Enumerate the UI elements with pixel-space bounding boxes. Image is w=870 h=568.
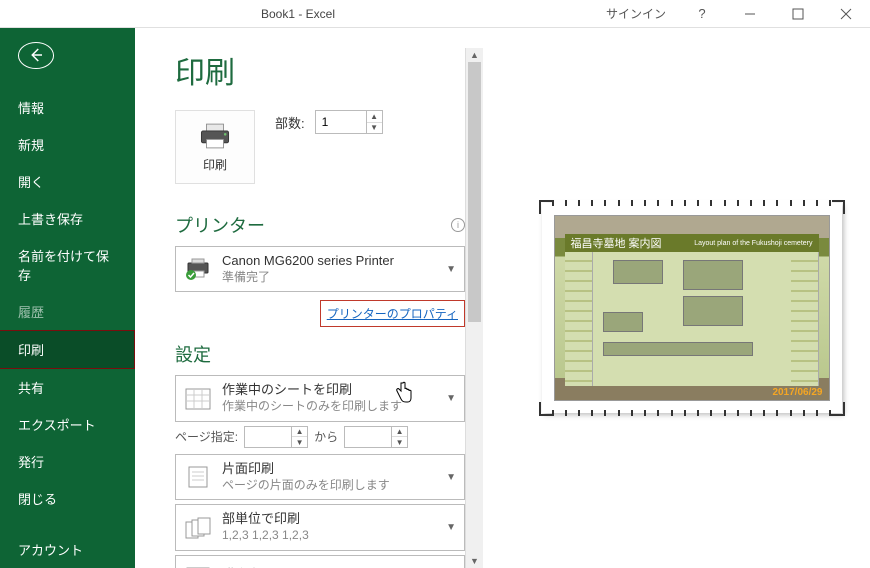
what-print-sub: 作業中のシートのみを印刷します	[222, 399, 436, 415]
page-from-spinner[interactable]: ▲▼	[244, 426, 308, 448]
printer-ready-icon	[184, 255, 212, 283]
landscape-icon	[184, 562, 212, 568]
preview-page: 福昌寺墓地 案内図 Layout plan of the Fukushoji c…	[542, 203, 842, 413]
page-range-row: ページ指定: ▲▼ から ▲▼	[175, 426, 465, 448]
sidebar-item-info[interactable]: 情報	[0, 89, 135, 126]
page-to-label: から	[314, 428, 338, 445]
collate-icon	[184, 514, 212, 542]
minimize-icon[interactable]	[728, 0, 772, 28]
signin-button[interactable]: サインイン	[596, 0, 676, 28]
crop-mark-icon	[831, 200, 845, 214]
chevron-down-icon: ▼	[446, 264, 456, 275]
settings-scrollbar[interactable]: ▲ ▼	[465, 48, 483, 568]
page-to-input[interactable]	[345, 427, 391, 447]
page-single-icon	[184, 463, 212, 491]
printer-icon	[198, 122, 232, 150]
spinner-down-icon[interactable]: ▼	[367, 123, 382, 134]
page-range-label: ページ指定:	[175, 428, 238, 445]
what-to-print-dropdown[interactable]: 作業中のシートを印刷 作業中のシートのみを印刷します ▼	[175, 375, 465, 421]
ruler-bottom	[552, 410, 832, 416]
sidebar-item-account[interactable]: アカウント	[0, 531, 135, 568]
sidebar-item-open[interactable]: 開く	[0, 163, 135, 200]
spinner-down-icon[interactable]: ▼	[292, 437, 307, 447]
printer-dropdown[interactable]: Canon MG6200 series Printer 準備完了 ▼	[175, 246, 465, 292]
print-button[interactable]: 印刷	[175, 110, 255, 184]
sidebar-item-save[interactable]: 上書き保存	[0, 200, 135, 237]
settings-section-title: 設定	[175, 341, 465, 367]
printer-section-title: プリンター i	[175, 212, 465, 238]
spinner-up-icon[interactable]: ▲	[292, 427, 307, 438]
crop-mark-icon	[539, 200, 553, 214]
close-icon[interactable]	[824, 0, 868, 28]
page-to-spinner[interactable]: ▲▼	[344, 426, 408, 448]
sidebar-item-publish[interactable]: 発行	[0, 443, 135, 480]
titlebar-controls: サインイン ?	[596, 0, 870, 28]
copies-spinner[interactable]: ▲ ▼	[315, 110, 383, 134]
photo-banner: 福昌寺墓地 案内図 Layout plan of the Fukushoji c…	[565, 234, 819, 252]
back-button[interactable]	[18, 42, 54, 69]
window-title: Book1 - Excel	[0, 7, 596, 21]
spinner-up-icon[interactable]: ▲	[367, 111, 382, 123]
sides-title: 片面印刷	[222, 461, 436, 478]
map-legend-strip	[791, 252, 819, 386]
map-body	[565, 252, 819, 386]
copies-input[interactable]	[316, 111, 366, 133]
printer-properties-highlight: プリンターのプロパティ	[320, 300, 465, 327]
spinner-down-icon[interactable]: ▼	[392, 437, 407, 447]
collate-dropdown[interactable]: 部単位で印刷 1,2,3 1,2,3 1,2,3 ▼	[175, 504, 465, 550]
banner-title-en: Layout plan of the Fukushoji cemetery	[694, 240, 812, 247]
copies-label: 部数:	[275, 113, 305, 132]
sidebar-item-history: 履歴	[0, 293, 135, 330]
sidebar-item-close[interactable]: 閉じる	[0, 480, 135, 517]
maximize-icon[interactable]	[776, 0, 820, 28]
printer-properties-link[interactable]: プリンターのプロパティ	[327, 307, 458, 321]
collate-title: 部単位で印刷	[222, 511, 436, 528]
sides-dropdown[interactable]: 片面印刷 ページの片面のみを印刷します ▼	[175, 454, 465, 500]
crop-mark-icon	[831, 402, 845, 416]
sidebar-item-print[interactable]: 印刷	[0, 330, 135, 369]
preview-photo: 福昌寺墓地 案内図 Layout plan of the Fukushoji c…	[554, 215, 830, 401]
sidebar-item-share[interactable]: 共有	[0, 369, 135, 406]
page-title: 印刷	[175, 48, 465, 92]
print-settings-column: 印刷 印刷 部数: ▲	[175, 48, 465, 568]
print-button-label: 印刷	[203, 156, 227, 173]
what-print-title: 作業中のシートを印刷	[222, 382, 436, 399]
scroll-up-icon[interactable]: ▲	[466, 48, 483, 62]
printer-status: 準備完了	[222, 270, 436, 286]
info-icon[interactable]: i	[451, 218, 465, 232]
map-canvas	[593, 252, 791, 386]
photo-date-stamp: 2017/06/29	[772, 387, 822, 398]
page-from-input[interactable]	[245, 427, 291, 447]
collate-sub: 1,2,3 1,2,3 1,2,3	[222, 528, 436, 544]
banner-title-jp: 福昌寺墓地 案内図	[571, 235, 662, 251]
sidebar-item-new[interactable]: 新規	[0, 126, 135, 163]
chevron-down-icon: ▼	[446, 393, 456, 404]
scroll-thumb[interactable]	[468, 62, 481, 322]
chevron-down-icon: ▼	[446, 522, 456, 533]
sidebar: 情報 新規 開く 上書き保存 名前を付けて保存 履歴 印刷 共有 エクスポート …	[0, 28, 135, 568]
sidebar-item-saveas[interactable]: 名前を付けて保存	[0, 237, 135, 293]
spinner-up-icon[interactable]: ▲	[392, 427, 407, 438]
sides-sub: ページの片面のみを印刷します	[222, 478, 436, 494]
sheet-icon	[184, 385, 212, 413]
help-icon[interactable]: ?	[680, 0, 724, 28]
orientation-dropdown[interactable]: 横方向 ▼	[175, 555, 465, 568]
print-preview: 福昌寺墓地 案内図 Layout plan of the Fukushoji c…	[483, 48, 860, 568]
scroll-down-icon[interactable]: ▼	[466, 554, 483, 568]
map-legend-strip	[565, 252, 593, 386]
crop-mark-icon	[539, 402, 553, 416]
chevron-down-icon: ▼	[446, 472, 456, 483]
sidebar-item-export[interactable]: エクスポート	[0, 406, 135, 443]
ruler-top	[552, 200, 832, 206]
printer-name: Canon MG6200 series Printer	[222, 253, 436, 270]
titlebar: Book1 - Excel サインイン ?	[0, 0, 870, 28]
